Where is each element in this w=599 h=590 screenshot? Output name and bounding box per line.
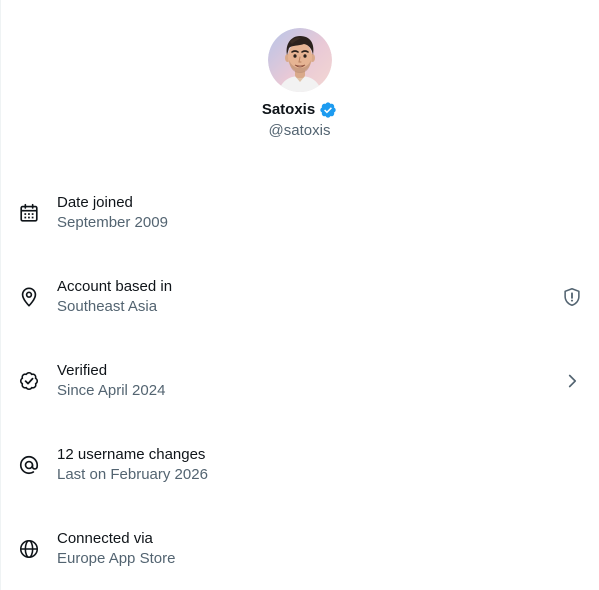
calendar-icon xyxy=(18,202,40,224)
at-sign-icon xyxy=(18,454,40,476)
info-row-account-based-in: Account based in Southeast Asia xyxy=(0,254,599,338)
name-row: Satoxis xyxy=(262,100,337,120)
info-row-text: 12 username changes Last on February 202… xyxy=(57,445,208,485)
profile-header: Satoxis @satoxis xyxy=(0,28,599,141)
info-row-subtitle: Europe App Store xyxy=(57,550,176,567)
info-row-text: Date joined September 2009 xyxy=(57,193,168,233)
info-row-title: 12 username changes xyxy=(57,446,206,463)
info-row-subtitle: Last on February 2026 xyxy=(57,466,208,483)
info-row-subtitle: Since April 2024 xyxy=(57,382,166,399)
info-row-subtitle: September 2009 xyxy=(57,214,168,231)
info-row-text: Connected via Europe App Store xyxy=(57,529,175,569)
info-row-text: Account based in Southeast Asia xyxy=(57,277,172,317)
info-row-title: Date joined xyxy=(57,194,133,211)
avatar[interactable] xyxy=(267,28,332,92)
info-row-title: Account based in xyxy=(57,278,173,295)
info-row-verified[interactable]: Verified Since April 2024 xyxy=(0,338,599,422)
username-handle: @satoxis xyxy=(268,122,331,139)
globe-icon xyxy=(18,538,40,560)
location-pin-icon xyxy=(18,286,40,308)
account-info-list: Date joined September 2009 Account based… xyxy=(0,170,599,590)
info-row-connected-via: Connected via Europe App Store xyxy=(0,506,599,590)
info-row-title: Verified xyxy=(57,362,108,379)
info-row-subtitle: Southeast Asia xyxy=(57,298,158,315)
verified-check-icon xyxy=(18,370,40,392)
info-row-title: Connected via xyxy=(57,530,153,547)
info-row-date-joined: Date joined September 2009 xyxy=(0,170,599,254)
info-row-text: Verified Since April 2024 xyxy=(57,361,165,401)
display-name: Satoxis xyxy=(261,101,316,118)
verified-badge-icon xyxy=(320,102,336,118)
chevron-right-icon[interactable] xyxy=(561,370,583,392)
info-row-username-changes: 12 username changes Last on February 202… xyxy=(0,422,599,506)
shield-info-icon[interactable] xyxy=(561,286,583,308)
